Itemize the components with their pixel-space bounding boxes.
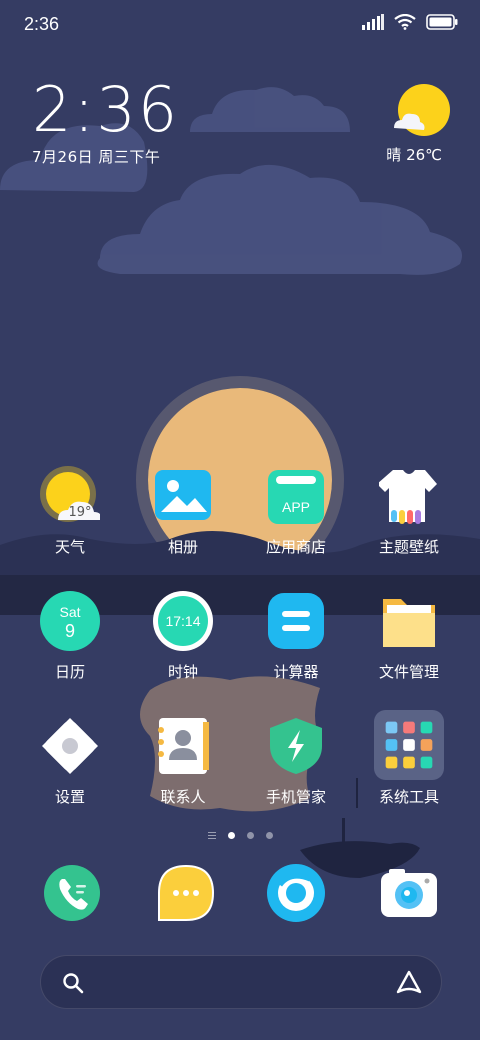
app-gallery[interactable]: 相册 [127,466,239,576]
sunny-cloud-icon [394,84,450,136]
app-calculator[interactable]: 计算器 [240,591,352,701]
search-bar[interactable] [40,955,442,1009]
status-icons [362,14,458,30]
app-weather[interactable]: 19° 天气 [14,466,126,576]
messages-icon[interactable] [156,863,216,923]
status-time: 2:36 [24,14,60,34]
page-dot-2[interactable] [246,831,254,839]
app-label-settings: 设置 [54,788,85,806]
clock-icon: 17:14 [153,591,213,651]
app-calendar[interactable]: Sat 9 日历 [14,591,126,701]
folder-icon [383,599,435,647]
calculator-icon [268,593,324,649]
app-label-security: 手机管家 [265,788,326,806]
app-label-file-manager: 文件管理 [378,663,439,681]
calendar-day-number: 9 [65,621,75,641]
app-label-system-tools: 系统工具 [378,788,439,806]
security-shield-icon [270,718,322,774]
app-system-tools-folder[interactable]: 系统工具 [353,710,465,826]
app-file-manager[interactable]: 文件管理 [353,591,465,701]
app-security[interactable]: 手机管家 [240,716,352,826]
clock-app-time: 17:14 [165,613,200,629]
app-label-gallery: 相册 [167,538,198,556]
weather-app-temp: 19° [68,505,91,520]
weather-summary: 晴 26℃ [386,146,442,164]
settings-gear-icon [42,718,98,774]
app-clock[interactable]: 17:14 时钟 [127,591,239,701]
signal-icon [362,14,384,30]
page-dot-1[interactable] [227,831,235,839]
app-store-icon: APP [268,470,324,524]
contacts-book-icon [158,718,209,774]
clock-widget[interactable]: 2:36 7月26日 周三下午 [32,78,232,168]
gallery-icon [155,470,211,520]
battery-icon [426,14,458,30]
app-store[interactable]: APP 应用商店 [240,466,352,576]
app-label-calculator: 计算器 [273,663,319,681]
page-dot-3[interactable] [265,831,273,839]
camera-icon[interactable] [379,863,439,923]
phone-icon[interactable] [42,863,102,923]
app-settings[interactable]: 设置 [14,716,126,826]
calendar-icon: Sat 9 [40,591,100,651]
app-label-contacts: 联系人 [160,788,206,806]
app-contacts[interactable]: 联系人 [127,716,239,826]
app-label-themes: 主题壁纸 [378,538,439,556]
app-drawer-lines-icon [207,831,216,839]
clock-time: 2:36 [32,73,180,146]
weather-widget[interactable]: 晴 26℃ [370,80,450,170]
calendar-day-name: Sat [59,604,80,620]
browser-icon[interactable] [266,863,326,923]
weather-icon: 19° [40,466,100,522]
search-icon[interactable] [61,971,85,995]
wifi-icon [394,14,416,30]
app-themes[interactable]: 主题壁纸 [353,466,465,576]
clock-date: 7月26日 周三下午 [32,148,161,166]
system-tools-folder-icon [374,710,444,780]
assistant-icon[interactable] [395,970,423,996]
app-label-clock: 时钟 [167,663,198,681]
app-store-badge: APP [282,499,310,515]
status-bar: 2:36 [0,0,480,50]
page-indicator[interactable] [0,828,480,842]
app-label-store: 应用商店 [265,538,326,556]
theme-shirt-icon [379,470,437,524]
app-label-weather: 天气 [54,538,85,556]
app-label-calendar: 日历 [54,663,85,681]
